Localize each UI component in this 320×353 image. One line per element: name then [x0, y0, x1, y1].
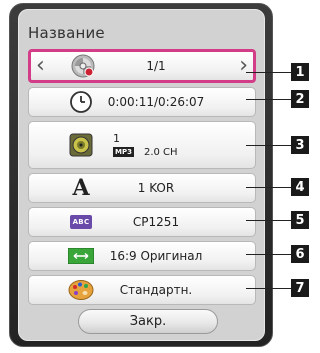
- subtitle-value: 1 KOR: [137, 181, 175, 195]
- title-value: 1/1: [146, 59, 166, 73]
- callout-badge-2: 2: [291, 90, 309, 108]
- audio-value: 1 MP3 2.0 CH: [113, 132, 211, 158]
- codepage-icon-label: ABC: [69, 215, 93, 229]
- codepage-value: CP1251: [132, 215, 180, 229]
- callout-badge-4: 4: [291, 178, 309, 196]
- chevron-left-icon[interactable]: ‹: [36, 55, 45, 77]
- aspect-ratio-value: 16:9 Оригинал: [109, 249, 203, 263]
- time-value: 0:00:11/0:26:07: [107, 95, 205, 109]
- audio-track: 1: [113, 132, 120, 145]
- picture-mode-value: Стандартн.: [119, 283, 193, 297]
- close-button[interactable]: Закр.: [78, 309, 218, 334]
- options-menu-panel: Название ‹ 1/1 › 0:00:11/0:26:07 1 MP3 2…: [18, 9, 265, 341]
- callout-badge-6: 6: [291, 245, 309, 263]
- time-row[interactable]: 0:00:11/0:26:07: [28, 87, 256, 117]
- callout-line-4: [246, 187, 291, 188]
- callout-line-5: [246, 220, 291, 221]
- aspect-ratio-row[interactable]: 16:9 Оригинал: [28, 241, 256, 271]
- callout-line-1: [246, 72, 291, 73]
- callout-line-6: [246, 254, 291, 255]
- clock-icon: [67, 89, 95, 115]
- callout-line-3: [246, 145, 291, 146]
- options-menu-frame: Название ‹ 1/1 › 0:00:11/0:26:07 1 MP3 2…: [9, 3, 273, 347]
- menu-title: Название: [28, 24, 105, 42]
- callout-badge-5: 5: [291, 211, 309, 229]
- aspect-ratio-icon: [67, 243, 95, 269]
- audio-channels: 2.0 CH: [143, 147, 178, 158]
- codepage-abc-icon: ABC: [67, 209, 95, 235]
- subtitle-letter-icon: A: [72, 175, 90, 201]
- callout-line-7: [246, 288, 291, 289]
- palette-icon: [67, 277, 95, 303]
- audio-row[interactable]: 1 MP3 2.0 CH: [28, 121, 256, 169]
- audio-format-line: MP3 2.0 CH: [113, 147, 211, 158]
- callout-line-2: [246, 99, 291, 100]
- callout-badge-3: 3: [291, 136, 309, 154]
- callout-badge-7: 7: [291, 279, 309, 297]
- callout-badge-1: 1: [291, 63, 309, 81]
- subtitle-row[interactable]: A 1 KOR: [28, 173, 256, 203]
- title-selector-row[interactable]: ‹ 1/1 ›: [28, 49, 256, 83]
- speaker-icon: [67, 132, 95, 158]
- chevron-right-icon[interactable]: ›: [239, 55, 248, 77]
- disc-icon: [69, 53, 97, 79]
- codepage-row[interactable]: ABC CP1251: [28, 207, 256, 237]
- picture-mode-row[interactable]: Стандартн.: [28, 275, 256, 305]
- audio-format-badge: MP3: [113, 147, 134, 157]
